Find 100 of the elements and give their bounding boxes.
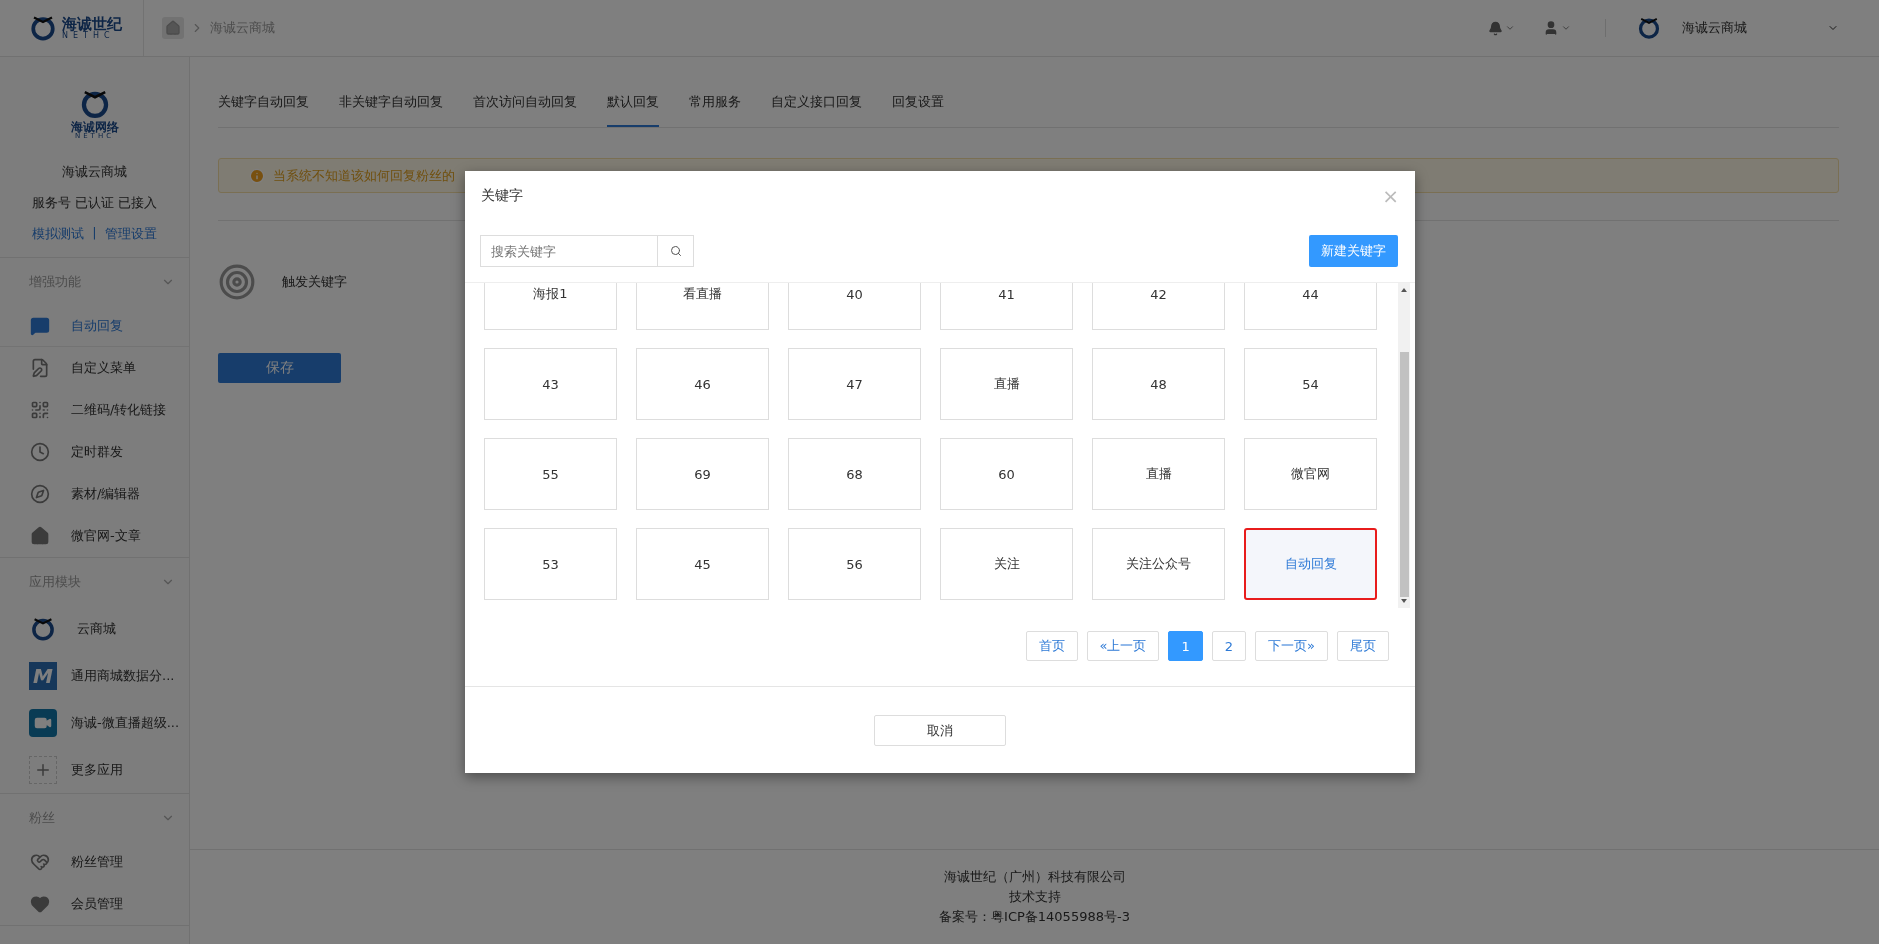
dialog-title: 关键字 [481, 187, 523, 205]
field-label: 触发关键字 [282, 273, 347, 291]
keyword-tile[interactable]: 53 [484, 528, 617, 600]
sidebar-item-label: 定时群发 [71, 443, 123, 461]
sidebar-item-label: 海诚-微直播超级... [71, 713, 180, 732]
search-button[interactable] [658, 235, 694, 267]
sidebar-item-label: 微官网-文章 [71, 527, 141, 545]
cancel-button[interactable]: 取消 [874, 715, 1006, 746]
search-icon [669, 245, 682, 257]
logo-subtext: NETHC [62, 31, 115, 40]
target-icon [218, 263, 256, 301]
page-button[interactable]: 2 [1211, 631, 1247, 661]
sidebar-item-label: 粉丝管理 [71, 853, 123, 871]
arrow-up-icon[interactable] [1400, 286, 1408, 294]
video-camera-icon [29, 708, 57, 737]
qr-code-icon [29, 399, 51, 421]
sidebar-item-label: 云商城 [77, 619, 116, 638]
keyword-tile[interactable]: 自动回复 [1244, 528, 1377, 600]
keyword-tile[interactable]: 45 [636, 528, 769, 600]
logo-icon [28, 13, 58, 43]
house-icon [29, 525, 51, 547]
settings-link[interactable]: 管理设置 [104, 225, 157, 243]
account-name: 海诚云商城 [62, 163, 127, 181]
logo-icon [1636, 15, 1662, 41]
caret-icon [1505, 23, 1515, 33]
compass-icon [29, 483, 51, 505]
test-link[interactable]: 模拟测试 [32, 225, 85, 243]
keyword-tile[interactable]: 41 [940, 283, 1073, 330]
caret-icon [1561, 23, 1571, 33]
keyword-tile[interactable]: 69 [636, 438, 769, 510]
keyword-tile[interactable]: 44 [1244, 283, 1377, 330]
sidebar-item[interactable]: 定时群发 [0, 431, 189, 473]
tab[interactable]: 默认回复 [607, 93, 659, 127]
keyword-tile[interactable]: 直播 [1092, 438, 1225, 510]
heart-icon [29, 893, 51, 915]
page-button[interactable]: 尾页 [1337, 631, 1389, 661]
new-keyword-button[interactable]: 新建关键字 [1309, 235, 1398, 267]
keyword-tile[interactable]: 海报1 [484, 283, 617, 330]
keyword-tile[interactable]: 60 [940, 438, 1073, 510]
sidebar-item[interactable]: 海诚-微直播超级... [0, 699, 189, 746]
keyword-tile[interactable]: 关注公众号 [1092, 528, 1225, 600]
footer-text: 技术支持 [1008, 888, 1061, 906]
sidebar-item-label: 素材/编辑器 [71, 485, 141, 503]
keyword-tile[interactable]: 直播 [940, 348, 1073, 420]
sidebar-item[interactable]: M 通用商城数据分... [0, 652, 189, 699]
keyword-tile[interactable]: 55 [484, 438, 617, 510]
sidebar-item[interactable]: 自定义菜单 [0, 347, 189, 389]
sidebar-item[interactable]: 自动回复 [0, 305, 189, 347]
tab[interactable]: 非关键字自动回复 [339, 93, 443, 127]
keyword-tile[interactable]: 微官网 [1244, 438, 1377, 510]
sidebar-item[interactable]: 微官网-文章 [0, 515, 189, 557]
sidebar-item-label: 通用商城数据分... [71, 666, 175, 685]
notification-button[interactable] [1488, 20, 1515, 36]
keyword-tile[interactable]: 43 [484, 348, 617, 420]
page-button[interactable]: 1 [1168, 631, 1203, 661]
keyword-tile[interactable]: 看直播 [636, 283, 769, 330]
page-button[interactable]: 首页 [1025, 631, 1078, 661]
app-icon: M [29, 661, 57, 690]
sidebar-item[interactable]: 更多应用 [0, 746, 189, 793]
keyword-tile[interactable]: 40 [788, 283, 921, 330]
sidebar-item[interactable]: 素材/编辑器 [0, 473, 189, 515]
account-status: 服务号 已认证 已接入 [31, 194, 158, 212]
tab[interactable]: 回复设置 [892, 93, 944, 127]
sidebar-item[interactable]: 云商城 [0, 605, 189, 652]
keyword-tile[interactable]: 47 [788, 348, 921, 420]
user-button[interactable] [1543, 20, 1571, 36]
logo-text: 海诚世纪 [62, 16, 122, 32]
keyword-tile[interactable]: 48 [1092, 348, 1225, 420]
tab[interactable]: 首次访问自动回复 [473, 93, 577, 127]
arrow-down-icon[interactable] [1400, 597, 1408, 605]
home-button[interactable] [162, 17, 184, 39]
sidebar-item[interactable]: 粉丝管理 [0, 841, 189, 883]
search-field[interactable]: 搜索关键字 [480, 235, 658, 267]
logo-text: 海诚网络 [70, 121, 119, 133]
page-button[interactable]: 下一页» [1255, 631, 1328, 661]
page-button[interactable]: «上一页 [1086, 631, 1160, 661]
keyword-tile[interactable]: 68 [788, 438, 921, 510]
sidebar-item-label: 自定义菜单 [71, 359, 136, 377]
footer-text: 海诚世纪（广州）科技有限公司 [943, 868, 1126, 886]
alert-text: 当系统不知道该如何回复粉丝的 [273, 166, 455, 185]
keyword-tile[interactable]: 46 [636, 348, 769, 420]
keyword-tile[interactable]: 关注 [940, 528, 1073, 600]
keyword-tile[interactable]: 42 [1092, 283, 1225, 330]
keyword-tile[interactable]: 54 [1244, 348, 1377, 420]
bell-icon [1488, 20, 1503, 36]
keyword-tile[interactable]: 56 [788, 528, 921, 600]
scrollbar[interactable] [1398, 283, 1410, 608]
clock-icon [29, 441, 51, 463]
user-icon [1543, 20, 1559, 36]
tab[interactable]: 关键字自动回复 [218, 93, 309, 127]
save-button[interactable]: 保存 [218, 353, 341, 383]
sidebar-item[interactable]: 二维码/转化链接 [0, 389, 189, 431]
tab[interactable]: 自定义接口回复 [771, 93, 862, 127]
sidebar-item[interactable]: 会员管理 [0, 883, 189, 925]
link-separator: | [92, 225, 97, 242]
sidebar-item-label: 自动回复 [71, 316, 123, 335]
plus-icon [29, 755, 57, 784]
tab[interactable]: 常用服务 [689, 93, 741, 127]
account-name[interactable]: 海诚云商城 [1682, 19, 1747, 37]
sidebar-item-label: 更多应用 [71, 760, 123, 779]
